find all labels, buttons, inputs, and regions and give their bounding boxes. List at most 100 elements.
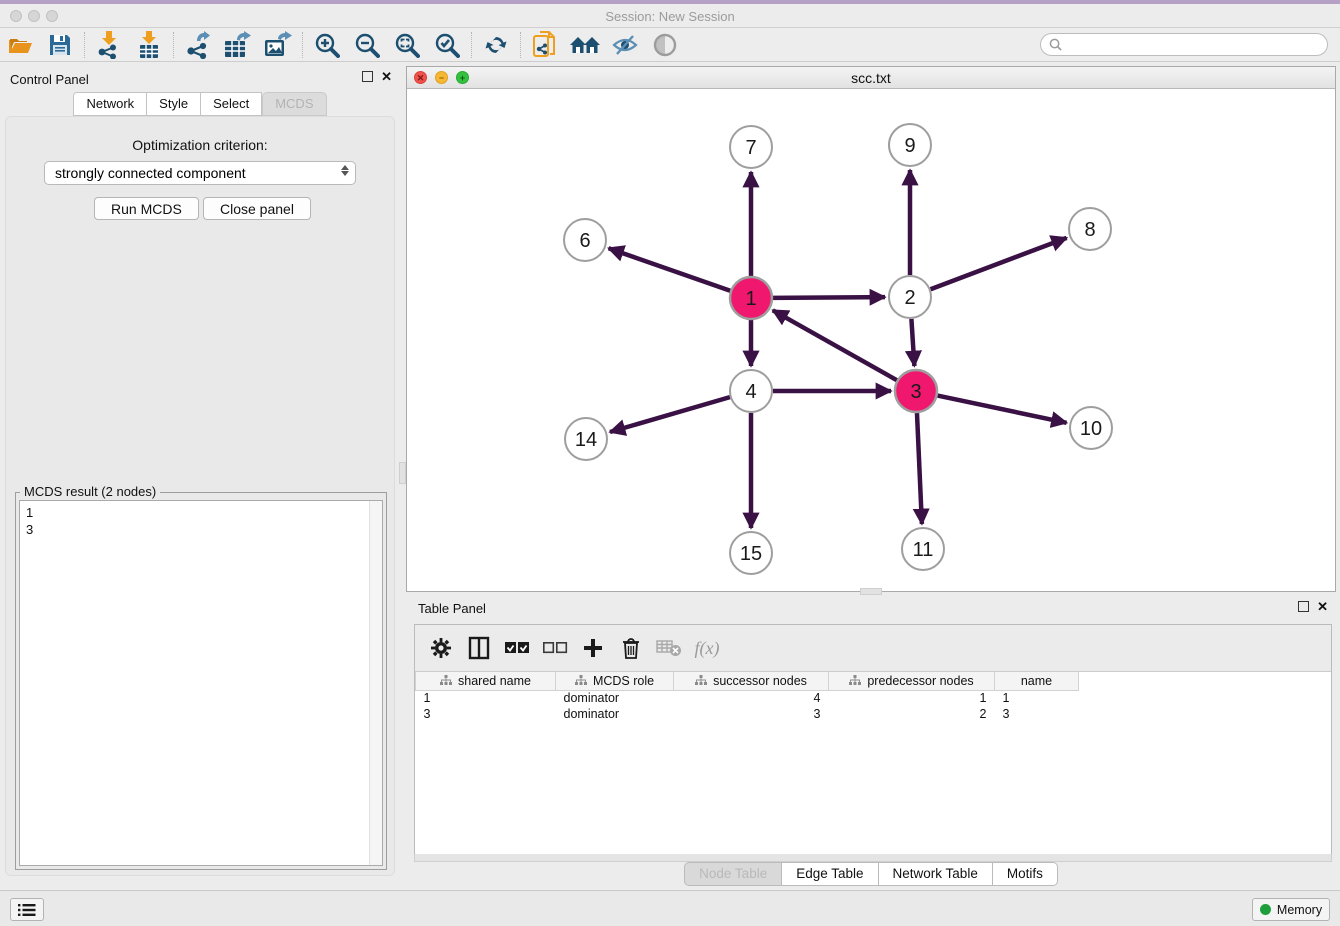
delete-row-icon[interactable] (617, 633, 645, 663)
float-panel-icon[interactable] (362, 71, 373, 82)
home-icon[interactable] (565, 30, 605, 60)
close-table-panel-icon[interactable]: ✕ (1317, 601, 1328, 612)
close-panel-button[interactable]: Close panel (203, 197, 311, 220)
control-panel: Control Panel ✕ NetworkStyleSelectMCDS O… (0, 66, 400, 880)
table-header-row: shared name MCDS role successor nodes pr… (416, 672, 1332, 690)
select-all-icon[interactable] (503, 633, 531, 663)
graph-edge-3-11[interactable] (917, 413, 922, 524)
control-panel-tabs: NetworkStyleSelectMCDS (0, 92, 400, 116)
import-table-icon[interactable] (129, 30, 169, 60)
graph-edge-4-14[interactable] (610, 397, 730, 432)
tab-mcds[interactable]: MCDS (262, 92, 326, 116)
graph-edge-2-8[interactable] (931, 238, 1067, 289)
graph-node-label-9: 9 (904, 135, 915, 157)
select-stepper-icon (341, 165, 349, 176)
memory-status-icon (1260, 904, 1271, 915)
close-panel-icon[interactable]: ✕ (381, 71, 392, 82)
graph-node-label-4: 4 (745, 381, 756, 403)
memory-label: Memory (1277, 903, 1322, 917)
open-session-icon[interactable] (0, 30, 40, 60)
delete-table-icon[interactable] (655, 633, 683, 663)
graph-edge-3-1[interactable] (773, 310, 897, 380)
column-header-successor-nodes[interactable]: successor nodes (674, 672, 829, 690)
optimization-criterion-label: Optimization criterion: (6, 137, 394, 153)
tab-network[interactable]: Network (73, 92, 147, 116)
network-window: ✕ − + scc.txt 7968124314101511 (406, 66, 1336, 592)
settings-gear-icon[interactable] (427, 633, 455, 663)
table-row[interactable]: 3 dominator 3 2 3 (416, 706, 1332, 722)
float-table-panel-icon[interactable] (1298, 601, 1309, 612)
network-canvas[interactable]: 7968124314101511 (407, 89, 1335, 591)
tab-motifs[interactable]: Motifs (993, 862, 1058, 886)
column-type-icon (695, 675, 707, 686)
export-network-icon[interactable] (178, 30, 218, 60)
function-builder-icon[interactable]: f(x) (693, 633, 721, 663)
deselect-all-icon[interactable] (541, 633, 569, 663)
graph-node-label-14: 14 (575, 429, 597, 451)
column-header-name[interactable]: name (995, 672, 1079, 690)
task-history-button[interactable] (10, 898, 44, 921)
tab-edge-table[interactable]: Edge Table (782, 862, 878, 886)
graph-node-label-11: 11 (913, 539, 934, 561)
column-header-shared-name[interactable]: shared name (416, 672, 556, 690)
titlebar: Session: New Session (0, 4, 1340, 28)
mcds-result-group: MCDS result (2 nodes) 1 3 (15, 492, 387, 870)
search-box[interactable] (1040, 33, 1328, 56)
result-scrollbar[interactable] (369, 501, 382, 865)
toolbar-separator (302, 32, 303, 58)
memory-button[interactable]: Memory (1252, 898, 1330, 921)
export-table-icon[interactable] (218, 30, 258, 60)
duplicate-network-icon[interactable] (525, 30, 565, 60)
mcds-panel-body: Optimization criterion: strongly connect… (5, 116, 395, 876)
criterion-select[interactable]: strongly connected component (44, 161, 356, 185)
show-eye-icon[interactable] (645, 30, 685, 60)
main-toolbar (0, 28, 1340, 62)
save-session-icon[interactable] (40, 30, 80, 60)
network-title: scc.txt (407, 70, 1335, 86)
criterion-value: strongly connected component (55, 165, 246, 181)
graph-node-label-7: 7 (745, 137, 756, 159)
column-type-icon (849, 675, 861, 686)
network-graph[interactable]: 7968124314101511 (407, 89, 1335, 591)
zoom-selected-icon[interactable] (427, 30, 467, 60)
toolbar-separator (471, 32, 472, 58)
add-row-icon[interactable] (579, 633, 607, 663)
graph-node-label-10: 10 (1080, 418, 1102, 440)
refresh-icon[interactable] (476, 30, 516, 60)
window-title: Session: New Session (0, 9, 1340, 24)
network-titlebar[interactable]: ✕ − + scc.txt (407, 67, 1335, 89)
tab-node-table[interactable]: Node Table (684, 862, 782, 886)
zoom-in-icon[interactable] (307, 30, 347, 60)
graph-edge-1-6[interactable] (609, 248, 731, 290)
zoom-fit-icon[interactable] (387, 30, 427, 60)
column-header-predecessor-nodes[interactable]: predecessor nodes (829, 672, 995, 690)
export-image-icon[interactable] (258, 30, 298, 60)
run-mcds-button[interactable]: Run MCDS (94, 197, 199, 220)
vertical-splitter-handle[interactable] (399, 462, 406, 484)
hide-eye-icon[interactable] (605, 30, 645, 60)
graph-node-label-8: 8 (1084, 219, 1095, 241)
table-row[interactable]: 1 dominator 4 1 1 (416, 690, 1332, 706)
column-type-icon (440, 675, 452, 686)
tab-select[interactable]: Select (201, 92, 262, 116)
toolbar-separator (84, 32, 85, 58)
import-network-icon[interactable] (89, 30, 129, 60)
graph-node-label-6: 6 (579, 230, 590, 252)
column-header-mcds-role[interactable]: MCDS role (556, 672, 674, 690)
graph-edge-1-2[interactable] (773, 297, 885, 298)
horizontal-splitter-handle[interactable] (860, 588, 882, 595)
toolbar-separator (520, 32, 521, 58)
search-input[interactable] (1067, 38, 1327, 52)
mcds-result-text[interactable]: 1 3 (19, 500, 383, 866)
zoom-out-icon[interactable] (347, 30, 387, 60)
graph-edge-3-10[interactable] (938, 396, 1067, 423)
graph-edge-2-3[interactable] (911, 319, 914, 366)
control-panel-title: Control Panel (10, 72, 89, 87)
toolbar-separator (173, 32, 174, 58)
column-chooser-icon[interactable] (465, 633, 493, 663)
graph-node-label-2: 2 (904, 287, 915, 309)
tab-network-table[interactable]: Network Table (879, 862, 993, 886)
tab-style[interactable]: Style (147, 92, 201, 116)
header-filler (1079, 672, 1332, 690)
graph-node-label-15: 15 (740, 543, 762, 565)
